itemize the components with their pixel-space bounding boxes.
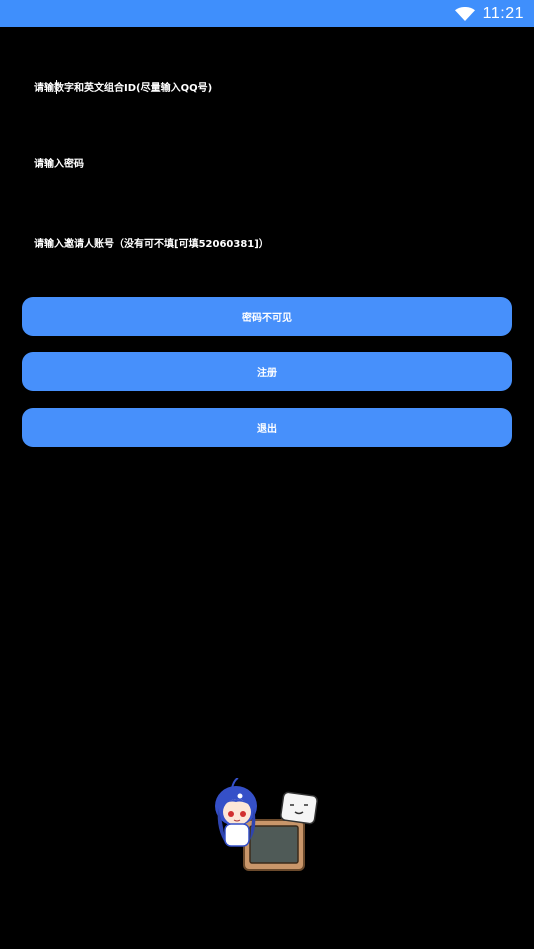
text-caret (56, 80, 57, 94)
mascot-illustration (215, 778, 318, 871)
user-id-field[interactable] (22, 68, 512, 108)
clock: 11:21 (482, 4, 524, 22)
exit-button[interactable]: 退出 (22, 408, 512, 447)
status-bar: 11:21 (0, 0, 534, 27)
password-field[interactable] (22, 144, 512, 184)
password-input[interactable] (22, 144, 512, 184)
inviter-field[interactable] (22, 224, 512, 264)
inviter-input[interactable] (22, 224, 512, 264)
register-button[interactable]: 注册 (22, 352, 512, 391)
user-id-input[interactable] (22, 68, 512, 108)
toggle-password-visibility-button[interactable]: 密码不可见 (22, 297, 512, 336)
wifi-icon (454, 6, 475, 21)
